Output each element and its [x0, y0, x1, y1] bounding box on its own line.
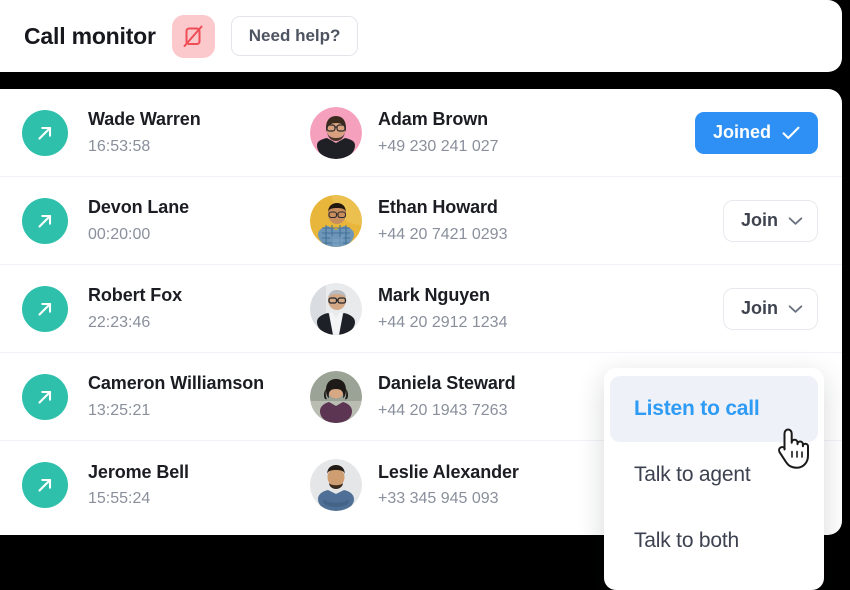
arrow-outgoing-icon — [22, 285, 68, 332]
chevron-down-icon — [788, 304, 803, 314]
contact-name: Mark Nguyen — [378, 285, 490, 306]
avatar — [310, 106, 362, 159]
contact-name: Ethan Howard — [378, 197, 498, 218]
avatar — [310, 282, 362, 335]
join-label: Join — [740, 298, 778, 318]
page-title: Call monitor — [24, 22, 156, 49]
avatar — [310, 459, 362, 511]
avatar — [310, 194, 362, 247]
call-duration: 13:25:21 — [88, 401, 151, 419]
agent-name: Cameron Williamson — [88, 373, 265, 394]
agent-block: Cameron Williamson 13:25:21 — [88, 373, 310, 420]
table-row[interactable]: Devon Lane 00:20:00 Ethan Howard +44 20 … — [0, 177, 842, 265]
contact-block: Mark Nguyen +44 20 2912 1234 — [310, 282, 668, 335]
menu-item-talk-to-both[interactable]: Talk to both — [604, 508, 824, 574]
monitor-off-icon — [182, 24, 204, 48]
action-area: Joined — [668, 111, 818, 154]
join-button[interactable]: Join — [722, 287, 818, 330]
call-duration: 22:23:46 — [88, 313, 151, 331]
joined-label: Joined — [712, 122, 771, 142]
agent-name: Devon Lane — [88, 197, 190, 218]
agent-name: Wade Warren — [88, 109, 201, 130]
action-area: Join — [668, 287, 818, 330]
agent-name: Robert Fox — [88, 285, 183, 306]
contact-block: Adam Brown +49 230 241 027 — [310, 106, 668, 159]
header-card: Call monitor Need help? — [0, 0, 842, 72]
action-area: Join — [668, 199, 818, 242]
call-duration: 16:53:58 — [88, 137, 151, 155]
menu-item-listen-to-call[interactable]: Listen to call — [610, 376, 818, 442]
agent-block: Robert Fox 22:23:46 — [88, 285, 310, 332]
agent-name: Jerome Bell — [88, 461, 189, 482]
arrow-outgoing-icon — [22, 373, 68, 420]
call-duration: 15:55:24 — [88, 490, 151, 508]
join-button[interactable]: Join — [722, 199, 818, 242]
contact-text: Daniela Steward +44 20 1943 7263 — [378, 373, 516, 420]
contact-phone: +49 230 241 027 — [378, 137, 499, 155]
contact-phone: +44 20 7421 0293 — [378, 225, 508, 243]
arrow-outgoing-icon — [22, 197, 68, 244]
join-label: Join — [740, 210, 778, 230]
contact-text: Ethan Howard +44 20 7421 0293 — [378, 197, 507, 244]
table-row[interactable]: Wade Warren 16:53:58 Adam Brown +49 230 … — [0, 89, 842, 177]
contact-text: Leslie Alexander +33 345 945 093 — [378, 462, 519, 509]
contact-name: Adam Brown — [378, 109, 489, 130]
contact-phone: +33 345 945 093 — [378, 490, 499, 508]
contact-phone: +44 20 2912 1234 — [378, 313, 508, 331]
contact-phone: +44 20 1943 7263 — [378, 401, 508, 419]
joined-status-button[interactable]: Joined — [694, 111, 818, 154]
agent-block: Wade Warren 16:53:58 — [88, 109, 310, 156]
chevron-down-icon — [788, 216, 803, 226]
call-duration: 00:20:00 — [88, 225, 151, 243]
arrow-outgoing-icon — [22, 462, 68, 508]
arrow-outgoing-icon — [22, 109, 68, 156]
join-dropdown-menu: Listen to call Talk to agent Talk to bot… — [604, 368, 824, 590]
table-row[interactable]: Robert Fox 22:23:46 Mark Nguyen +44 20 2… — [0, 265, 842, 353]
contact-text: Mark Nguyen +44 20 2912 1234 — [378, 285, 507, 332]
avatar — [310, 370, 362, 423]
screen-background: Call monitor Need help? Wade Warren 16:5… — [0, 0, 850, 590]
agent-block: Jerome Bell 15:55:24 — [88, 462, 310, 509]
contact-block: Ethan Howard +44 20 7421 0293 — [310, 194, 668, 247]
contact-text: Adam Brown +49 230 241 027 — [378, 109, 499, 156]
agent-block: Devon Lane 00:20:00 — [88, 197, 310, 244]
need-help-button[interactable]: Need help? — [230, 16, 359, 56]
monitor-off-icon-button[interactable] — [171, 14, 215, 58]
header-inner: Call monitor Need help? — [0, 0, 842, 72]
menu-item-talk-to-agent[interactable]: Talk to agent — [604, 442, 824, 508]
contact-name: Leslie Alexander — [378, 461, 519, 482]
contact-name: Daniela Steward — [378, 373, 516, 394]
check-icon — [782, 126, 800, 140]
